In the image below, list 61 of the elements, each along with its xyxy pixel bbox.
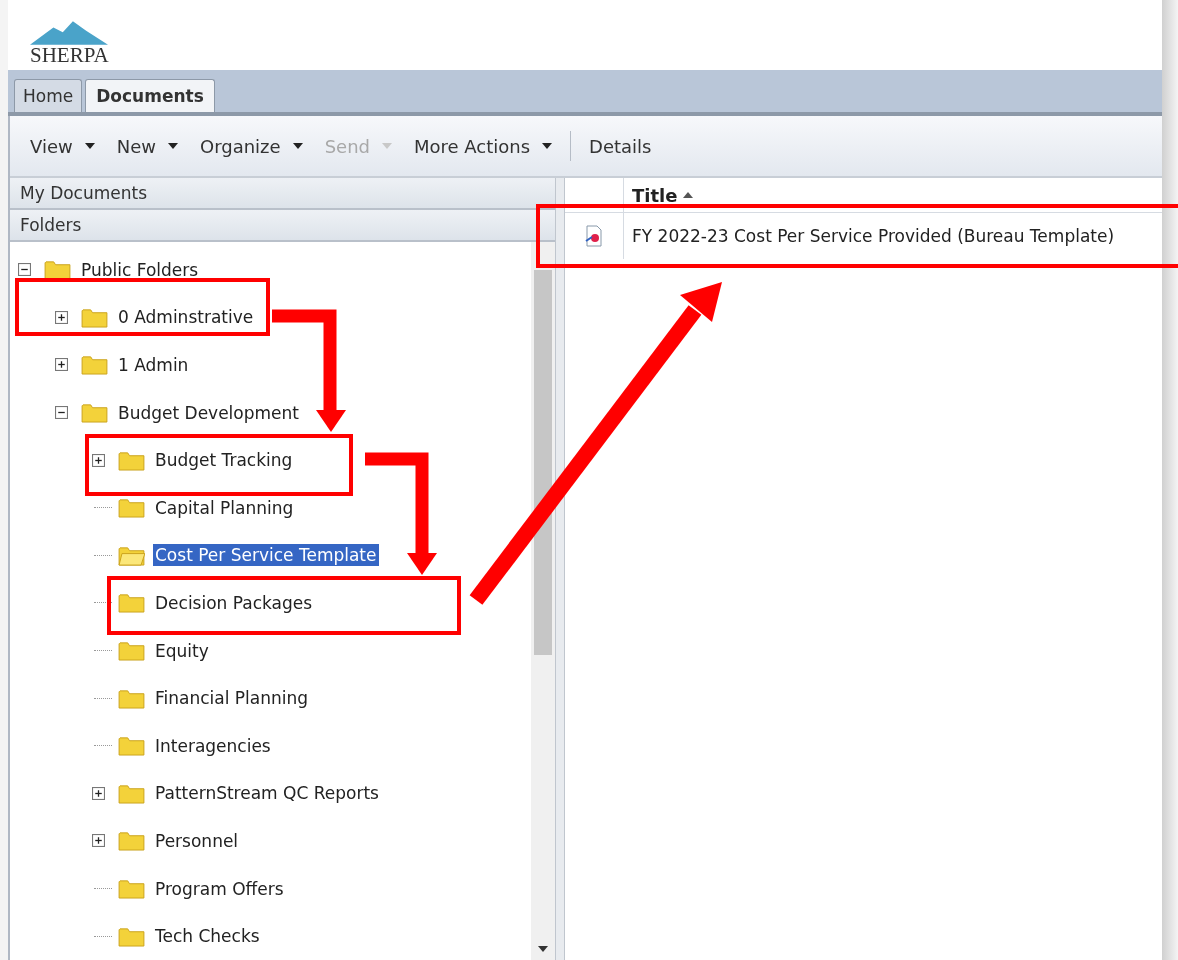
folder-icon	[81, 306, 108, 328]
expand-icon[interactable]	[92, 786, 105, 800]
tree-item[interactable]: Decision Packages	[153, 591, 315, 614]
menu-button[interactable]: New	[108, 131, 186, 161]
collapse-icon[interactable]	[55, 406, 68, 420]
folder-icon	[118, 687, 145, 709]
tab[interactable]: Home	[14, 79, 83, 112]
folder-icon	[118, 640, 145, 662]
caret-icon	[84, 143, 95, 149]
document-title[interactable]: FY 2022-23 Cost Per Service Provided (Bureau Template)	[624, 213, 1115, 259]
folder-icon	[118, 497, 145, 519]
tab[interactable]: Documents	[85, 79, 215, 112]
expand-icon[interactable]	[55, 310, 68, 324]
folder-icon	[118, 925, 145, 947]
tree-item[interactable]: Financial Planning	[153, 687, 311, 710]
scroll-down-icon[interactable]	[538, 946, 548, 952]
toolbar-button[interactable]: Details	[581, 131, 660, 161]
tree-item[interactable]: Tech Checks	[153, 925, 262, 948]
folder-icon	[81, 354, 108, 376]
folder-icon	[81, 402, 108, 424]
collapse-icon[interactable]	[18, 263, 31, 277]
menu-button[interactable]: More Actions	[405, 131, 561, 161]
folder-icon	[118, 830, 145, 852]
folder-icon	[118, 782, 145, 804]
caret-icon	[168, 143, 178, 149]
tree-item[interactable]: 0 Adminstrative	[116, 306, 256, 329]
expand-icon[interactable]	[92, 834, 105, 848]
logo: SHERPA	[30, 21, 109, 70]
expand-icon[interactable]	[55, 358, 68, 372]
tree-item[interactable]: Interagencies	[153, 734, 273, 757]
tree-item[interactable]: Program Offers	[153, 877, 286, 900]
caret-icon	[292, 143, 303, 149]
folder-icon	[118, 878, 145, 899]
tree-item[interactable]: Budget Development	[116, 401, 301, 424]
section-header[interactable]: Folders	[10, 210, 555, 242]
scrollbar[interactable]	[531, 242, 555, 960]
tree-item[interactable]: Personnel	[153, 829, 241, 852]
document-icon	[584, 225, 604, 247]
folder-icon	[118, 449, 145, 471]
section-header[interactable]: My Documents	[10, 178, 555, 210]
open-folder-icon	[118, 544, 145, 566]
scroll-thumb[interactable]	[534, 270, 552, 655]
folder-icon	[118, 735, 145, 757]
splitter[interactable]	[556, 178, 565, 960]
column-title: Title	[632, 184, 678, 206]
tree-item[interactable]: Equity	[153, 639, 211, 662]
sort-icon	[683, 192, 694, 198]
menu-button[interactable]: View	[22, 131, 103, 161]
tree-item[interactable]: Public Folders	[79, 258, 201, 281]
column-header[interactable]: Title	[624, 178, 694, 212]
mountain-icon	[30, 21, 109, 45]
tree-item[interactable]: 1 Admin	[116, 354, 191, 376]
folder-icon	[118, 592, 145, 614]
tree-item[interactable]: Capital Planning	[153, 496, 296, 519]
caret-icon	[542, 143, 553, 149]
tree-item[interactable]: Cost Per Service Template	[153, 544, 379, 567]
expand-icon[interactable]	[92, 453, 105, 467]
menu-button[interactable]: Organize	[192, 131, 311, 161]
caret-icon	[381, 143, 392, 149]
tree-item[interactable]: Budget Tracking	[153, 449, 295, 472]
tree-item[interactable]: PatternStream QC Reports	[153, 782, 381, 805]
